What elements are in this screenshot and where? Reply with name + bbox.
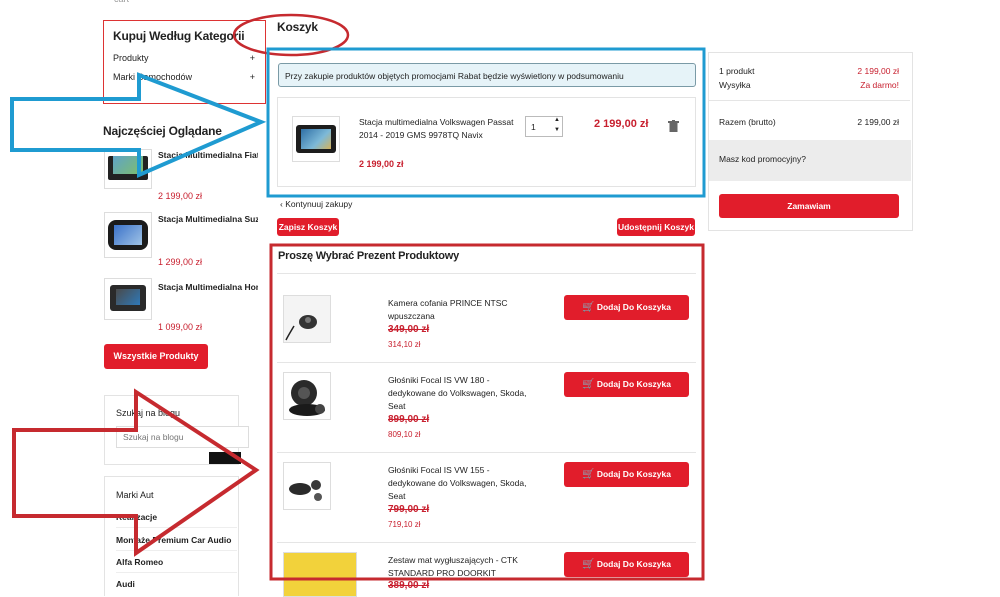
add-to-cart-label: Dodaj Do Koszyka	[596, 469, 671, 479]
gift-item-image[interactable]	[283, 295, 331, 343]
gift-item-image[interactable]	[283, 552, 357, 597]
recent-product-image[interactable]	[104, 212, 152, 258]
gift-item-name[interactable]: Głośniki Focal IS VW 155 - dedykowane do…	[388, 464, 528, 503]
divider	[116, 572, 237, 573]
add-to-cart-button[interactable]: 🛒 Dodaj Do Koszyka	[564, 552, 689, 577]
cart-icon: 🛒	[582, 379, 595, 390]
summary-shipping-value: Za darmo!	[860, 80, 899, 90]
divider	[277, 273, 696, 274]
gift-item-name[interactable]: Zestaw mat wygłuszających - CTK STANDARD…	[388, 554, 528, 580]
divider	[277, 362, 696, 363]
add-to-cart-button[interactable]: 🛒 Dodaj Do Koszyka	[564, 462, 689, 487]
order-button[interactable]: Zamawiam	[719, 194, 899, 218]
gift-item-image[interactable]	[283, 372, 331, 420]
blog-search-title: Szukaj na blogu	[116, 408, 181, 418]
recent-product-name[interactable]: Stacja Multimedialna Fiat...	[158, 150, 258, 160]
cart-item-name[interactable]: Stacja multimedialna Volkswagen Passat 2…	[359, 116, 519, 142]
summary-shipping-label: Wysyłka	[719, 80, 751, 90]
cart-item-unit-price: 2 199,00 zł	[359, 159, 404, 169]
divider	[277, 542, 696, 543]
add-to-cart-label: Dodaj Do Koszyka	[596, 559, 671, 569]
promo-notice: Przy zakupie produktów objętych promocja…	[278, 63, 696, 87]
recently-viewed-title: Najczęściej Oglądane	[103, 124, 222, 138]
blog-search-input[interactable]	[116, 426, 249, 448]
brands-title: Marki Aut	[116, 490, 154, 500]
quantity-stepper[interactable]: 1 ▲ ▼	[525, 116, 563, 137]
expand-icon: +	[249, 72, 255, 82]
continue-shopping-link[interactable]: ‹ Kontynuuj zakupy	[280, 199, 352, 209]
category-item-car-brands[interactable]: Marki Samochodów +	[113, 72, 255, 82]
brand-link-audi[interactable]: Audi	[116, 579, 135, 589]
gift-item-name[interactable]: Głośniki Focal IS VW 180 - dedykowane do…	[388, 374, 528, 413]
promo-code-toggle[interactable]: Masz kod promocyjny?	[709, 140, 911, 181]
summary-count-label: 1 produkt	[719, 66, 755, 76]
categories-title: Kupuj Według Kategorii	[113, 29, 245, 43]
add-to-cart-label: Dodaj Do Koszyka	[596, 302, 671, 312]
add-to-cart-button[interactable]: 🛒 Dodaj Do Koszyka	[564, 295, 689, 320]
search-button[interactable]	[209, 452, 241, 464]
gift-price: 314,10 zł	[388, 340, 421, 349]
expand-icon: +	[249, 53, 255, 63]
cart-icon: 🛒	[582, 469, 595, 480]
gift-old-price: 899,00 zł	[388, 414, 430, 425]
recent-product-price: 1 299,00 zł	[158, 257, 203, 267]
add-to-cart-button[interactable]: 🛒 Dodaj Do Koszyka	[564, 372, 689, 397]
page-title: Koszyk	[277, 20, 318, 34]
gift-old-price: 349,00 zł	[388, 324, 430, 335]
gift-item-name[interactable]: Kamera cofania PRINCE NTSC wpuszczana	[388, 297, 528, 323]
divider	[277, 452, 696, 453]
gift-price: 719,10 zł	[388, 520, 421, 529]
gift-old-price: 389,00 zł	[388, 580, 430, 591]
recent-product-price: 1 099,00 zł	[158, 322, 203, 332]
continue-shopping-label: Kontynuuj zakupy	[285, 199, 353, 209]
cart-icon: 🛒	[582, 302, 595, 313]
chevron-left-icon: ‹	[280, 199, 283, 209]
divider	[709, 100, 910, 101]
recent-product-name[interactable]: Stacja Multimedialna Suzuki...	[158, 214, 258, 224]
all-products-button[interactable]: Wszystkie Produkty	[104, 344, 208, 369]
divider	[116, 527, 237, 528]
promo-code-label: Masz kod promocyjny?	[719, 154, 806, 164]
summary-count-value: 2 199,00 zł	[857, 66, 899, 76]
save-cart-button[interactable]: Zapisz Koszyk	[277, 218, 339, 236]
summary-total-label: Razem (brutto)	[719, 117, 776, 127]
gift-item-image[interactable]	[283, 462, 331, 510]
gifts-title: Proszę Wybrać Prezent Produktowy	[278, 250, 460, 262]
brand-link-alfa-romeo[interactable]: Alfa Romeo	[116, 557, 163, 567]
cart-item-image[interactable]	[292, 116, 340, 162]
trash-icon[interactable]	[668, 120, 679, 132]
category-item-products[interactable]: Produkty +	[113, 53, 255, 63]
add-to-cart-label: Dodaj Do Koszyka	[596, 379, 671, 389]
summary-total-value: 2 199,00 zł	[857, 117, 899, 127]
gift-price: 809,10 zł	[388, 430, 421, 439]
recent-product-price: 2 199,00 zł	[158, 191, 203, 201]
header-fragment: cart	[114, 0, 129, 4]
cart-icon: 🛒	[582, 559, 595, 570]
quantity-value: 1	[531, 122, 536, 132]
brand-link-premium[interactable]: Montaże Premium Car Audio	[116, 535, 231, 545]
cart-item-total: 2 199,00 zł	[594, 118, 649, 130]
category-label: Marki Samochodów	[113, 72, 193, 82]
recent-product-image[interactable]	[104, 278, 152, 320]
chevron-down-icon[interactable]: ▼	[554, 127, 560, 133]
divider	[116, 550, 237, 551]
category-label: Produkty	[113, 53, 149, 63]
recent-product-image[interactable]	[104, 149, 152, 189]
brand-link-realizacje[interactable]: Realizacje	[116, 512, 157, 522]
gift-old-price: 799,00 zł	[388, 504, 430, 515]
share-cart-button[interactable]: Udostępnij Koszyk	[617, 218, 695, 236]
recent-product-name[interactable]: Stacja Multimedialna Honda...	[158, 282, 258, 292]
chevron-up-icon[interactable]: ▲	[554, 117, 560, 123]
